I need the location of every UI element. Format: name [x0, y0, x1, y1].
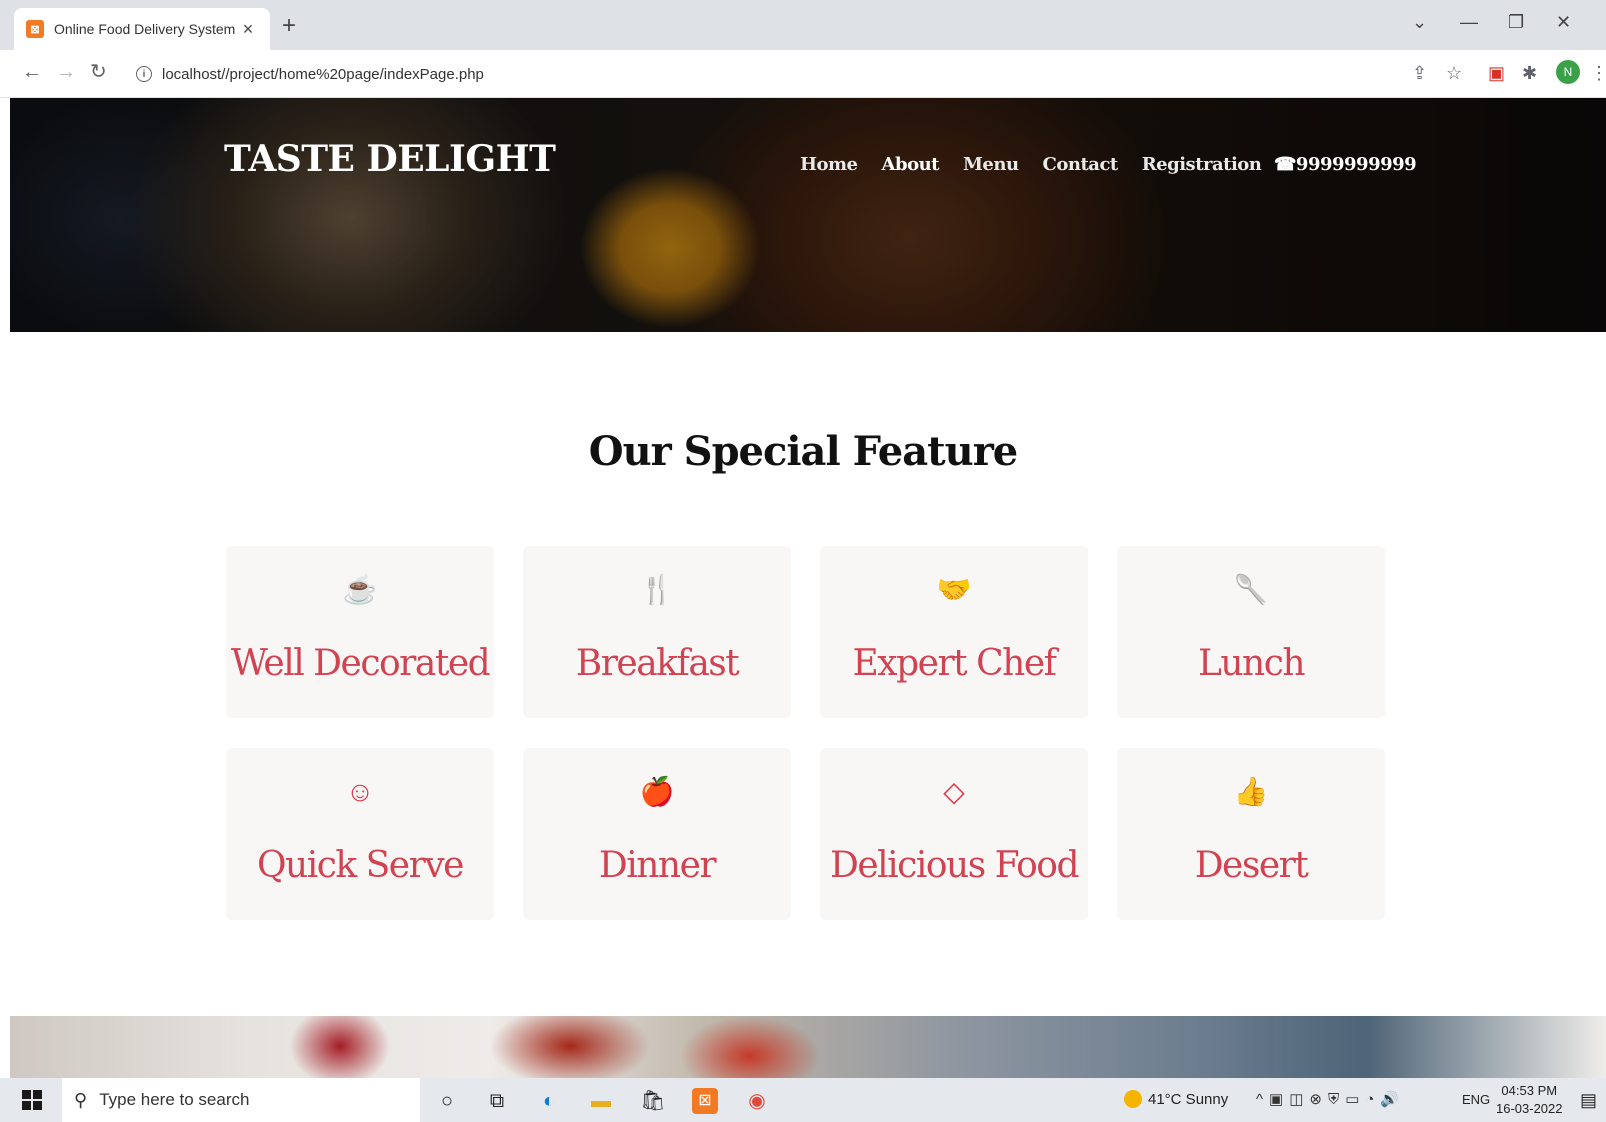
feature-label: Quick Serve: [257, 845, 464, 886]
diamond-icon: ◇: [943, 776, 965, 807]
site-brand-logo[interactable]: TASTE DELIGHT: [224, 138, 556, 180]
task-view-icon[interactable]: ⧉: [484, 1088, 510, 1114]
food-image-banner: [10, 1016, 1606, 1078]
back-icon[interactable]: ←: [22, 62, 42, 82]
browser-toolbar: ← → ↻ i localhost//project/home%20page/i…: [0, 50, 1606, 98]
feature-card-well-decorated: ☕ Well Decorated: [226, 546, 494, 718]
coffee-mug-icon: ☕: [342, 574, 378, 605]
cortana-icon[interactable]: ○: [434, 1088, 460, 1114]
hero-image-overlay: [10, 98, 1606, 332]
extensions-puzzle-icon[interactable]: ✱: [1522, 64, 1537, 82]
taskbar-search-box[interactable]: ⚲ Type here to search: [62, 1078, 420, 1122]
feature-label: Breakfast: [575, 643, 740, 684]
store-icon[interactable]: 🛍: [640, 1088, 666, 1114]
spoon-icon: 🥄: [1233, 574, 1269, 605]
apple-icon: 🍎: [639, 776, 675, 807]
taskbar-clock[interactable]: 04:53 PM 16-03-2022: [1496, 1082, 1563, 1118]
restore-icon[interactable]: ❐: [1508, 12, 1524, 33]
sun-icon: [1124, 1090, 1142, 1108]
feature-label: Lunch: [1197, 643, 1306, 684]
hero-header: TASTE DELIGHT Home About Menu Contact Re…: [10, 98, 1606, 332]
tab-close-icon[interactable]: ×: [238, 19, 258, 40]
share-icon[interactable]: ⇪: [1412, 64, 1427, 82]
site-info-icon[interactable]: i: [136, 66, 152, 82]
url-text[interactable]: localhost//project/home%20page/indexPage…: [162, 66, 484, 83]
thumbs-up-icon: 👍: [1233, 776, 1269, 807]
nav-menu[interactable]: Menu: [963, 154, 1019, 175]
reload-icon[interactable]: ↻: [90, 62, 107, 82]
address-bar[interactable]: i localhost//project/home%20page/indexPa…: [124, 56, 1474, 92]
file-explorer-icon[interactable]: ▬: [588, 1088, 614, 1114]
forward-icon[interactable]: →: [56, 62, 76, 82]
close-window-icon[interactable]: ✕: [1556, 12, 1571, 33]
xampp-favicon-icon: ⊠: [26, 20, 44, 38]
phone-number[interactable]: ☎9999999999: [1274, 154, 1417, 175]
minimize-icon[interactable]: —: [1460, 12, 1478, 33]
browser-tab[interactable]: ⊠ Online Food Delivery System ×: [14, 8, 270, 50]
search-placeholder: Type here to search: [99, 1090, 250, 1109]
new-tab-button[interactable]: +: [282, 14, 296, 38]
tab-search-icon[interactable]: ⌄: [1412, 12, 1427, 33]
nav-home[interactable]: Home: [800, 154, 858, 175]
language-indicator[interactable]: ENG: [1462, 1092, 1490, 1107]
feature-card-breakfast: 🍴 Breakfast: [523, 546, 791, 718]
feature-label: Delicious Food: [829, 845, 1080, 886]
handshake-icon: 🤝: [936, 574, 972, 605]
feature-card-desert: 👍 Desert: [1117, 748, 1385, 920]
feature-label: Desert: [1194, 845, 1309, 886]
smile-icon: ☺: [345, 776, 375, 807]
chrome-icon[interactable]: ◉: [744, 1088, 770, 1114]
nav-about[interactable]: About: [882, 154, 940, 175]
feature-label: Expert Chef: [852, 643, 1057, 684]
extension-icon[interactable]: ▣: [1488, 64, 1505, 82]
clock-time: 04:53 PM: [1501, 1083, 1558, 1098]
weather-widget[interactable]: 41°C Sunny: [1124, 1090, 1228, 1108]
feature-card-lunch: 🥄 Lunch: [1117, 546, 1385, 718]
cutlery-icon: 🍴: [639, 574, 675, 605]
feature-label: Well Decorated: [230, 643, 491, 684]
feature-card-dinner: 🍎 Dinner: [523, 748, 791, 920]
search-icon: ⚲: [74, 1089, 88, 1110]
edge-browser-icon[interactable]: ◐: [536, 1088, 562, 1114]
section-title: Our Special Feature: [588, 428, 1018, 475]
nav-registration[interactable]: Registration: [1142, 154, 1262, 175]
feature-card-quick-serve: ☺ Quick Serve: [226, 748, 494, 920]
windows-taskbar: ⚲ Type here to search ○ ⧉ ◐ ▬ 🛍 ⊠ ◉ 41°C…: [0, 1078, 1606, 1122]
bookmark-star-icon[interactable]: ☆: [1446, 64, 1462, 82]
xampp-icon[interactable]: ⊠: [692, 1088, 718, 1114]
clock-date: 16-03-2022: [1496, 1101, 1563, 1116]
weather-text: 41°C Sunny: [1148, 1090, 1229, 1108]
feature-card-delicious-food: ◇ Delicious Food: [820, 748, 1088, 920]
browser-menu-icon[interactable]: ⋮: [1590, 64, 1606, 82]
tab-title: Online Food Delivery System: [54, 21, 236, 37]
windows-start-icon[interactable]: [22, 1090, 42, 1110]
main-nav: Home About Menu Contact Registration: [800, 154, 1262, 175]
nav-contact[interactable]: Contact: [1043, 154, 1119, 175]
browser-tabstrip: ⊠ Online Food Delivery System × + ⌄ — ❐ …: [0, 0, 1606, 50]
system-tray-icons[interactable]: ^▣◫⊗⛨▭◔🔊: [1256, 1090, 1405, 1108]
feature-label: Dinner: [598, 845, 717, 886]
notification-icon[interactable]: ▤: [1580, 1090, 1597, 1111]
feature-card-expert-chef: 🤝 Expert Chef: [820, 546, 1088, 718]
profile-avatar[interactable]: N: [1556, 60, 1580, 84]
